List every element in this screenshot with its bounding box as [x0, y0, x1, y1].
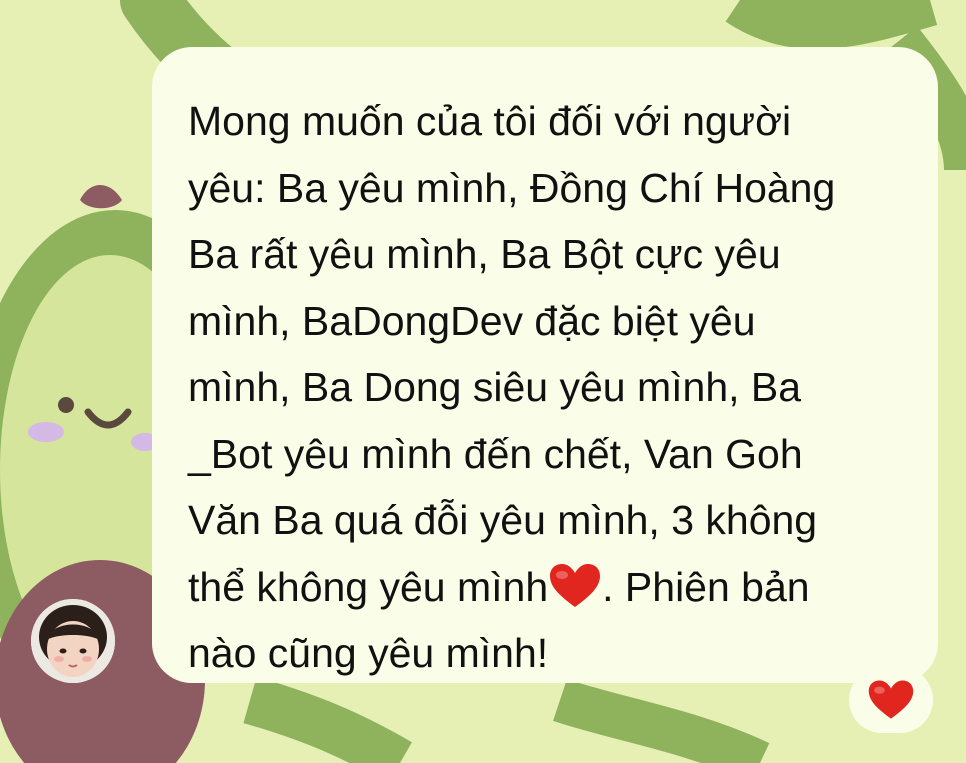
red-heart-emoji-icon	[550, 563, 601, 607]
message-line: Văn Ba quá đỗi yêu mình, 3 không	[188, 497, 818, 543]
child-avatar-icon	[31, 599, 115, 683]
sender-avatar[interactable]	[31, 599, 115, 683]
red-heart-emoji-icon	[868, 680, 914, 719]
message-line: Mong muốn của tôi đối với người	[188, 98, 792, 144]
message-line: thể không yêu mình	[188, 563, 549, 610]
heart-reaction-button[interactable]	[849, 667, 933, 733]
message-line: . Phiên bản	[602, 563, 810, 610]
message-line: mình, BaDongDev đặc biệt yêu	[188, 297, 756, 344]
message-line: Ba rất yêu mình, Ba Bột cực yêu	[188, 231, 781, 277]
message-text: Mong muốn của tôi đối với người yêu: Ba …	[188, 88, 908, 687]
message-bubble[interactable]: Mong muốn của tôi đối với người yêu: Ba …	[152, 47, 938, 683]
message-line: nào cũng yêu mình!	[188, 630, 549, 676]
message-line: mình, Ba Dong siêu yêu mình, Ba	[188, 364, 802, 410]
message-line: yêu: Ba yêu mình, Đồng Chí Hoàng	[188, 164, 836, 211]
message-line: _Bot yêu mình đến chết, Van Goh	[188, 430, 803, 477]
